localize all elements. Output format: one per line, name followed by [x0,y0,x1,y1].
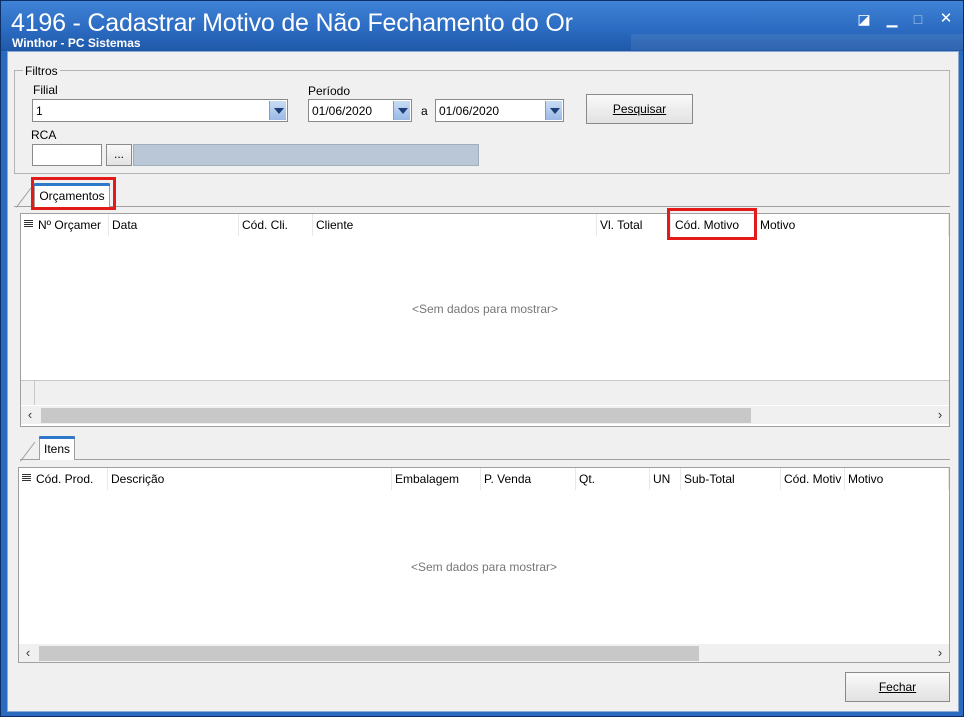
rca-description-field [133,144,479,166]
rca-lookup-button[interactable]: ... [106,144,132,166]
tab-itens[interactable]: Itens [39,436,75,460]
orcamentos-grid[interactable]: Nº Orçamer Data Cód. Cli. Cliente Vl. To… [20,213,950,427]
col-header[interactable]: Nº Orçamer [35,214,109,236]
window-title: 4196 - Cadastrar Motivo de Não Fechament… [11,9,573,37]
restore-icon[interactable]: ◪ [853,9,875,29]
column-chooser-icon[interactable] [22,474,31,483]
maximize-icon[interactable]: □ [907,9,929,29]
tab-divider [16,187,32,208]
grid-header: Cód. Prod. Descrição Embalagem P. Venda … [19,468,949,490]
col-header[interactable]: Cliente [313,214,597,236]
col-header[interactable]: P. Venda [481,468,576,490]
filters-legend: Filtros [23,64,60,78]
grid-footer [21,380,949,405]
col-header[interactable]: Cód. Cli. [239,214,313,236]
rca-input[interactable] [32,144,102,166]
col-header[interactable]: Embalagem [392,468,481,490]
close-button-label: Fechar [878,680,917,694]
title-decoration [631,34,963,50]
col-header[interactable]: Descrição [108,468,392,490]
scroll-left-icon[interactable]: ‹ [21,406,39,424]
col-header[interactable]: Cód. Prod. [33,468,108,490]
col-header[interactable]: Sub-Total [681,468,781,490]
date-to-picker[interactable]: 01/06/2020 [435,99,564,122]
date-from-value: 01/06/2020 [312,104,373,118]
filters-group: Filtros Filial 1 Período 01/06/2020 a 01… [14,64,950,174]
col-header[interactable]: Motivo [757,214,949,236]
date-to-value: 01/06/2020 [439,104,500,118]
col-header[interactable]: Qt. [576,468,650,490]
client-area: Filtros Filial 1 Período 01/06/2020 a 01… [7,51,959,712]
between-label: a [421,104,428,118]
filial-select[interactable]: 1 [32,99,288,122]
horizontal-scrollbar[interactable]: ‹ › [19,644,949,662]
tab-accent [39,436,75,439]
empty-message: <Sem dados para mostrar> [410,560,558,574]
dropdown-arrow-icon[interactable] [393,101,410,120]
rca-label: RCA [31,128,57,142]
scroll-right-icon[interactable]: › [931,406,949,424]
dropdown-arrow-icon[interactable] [545,101,562,120]
close-icon[interactable]: ✕ [935,9,957,29]
column-chooser-icon[interactable] [24,220,33,229]
scroll-left-icon[interactable]: ‹ [19,644,37,662]
search-button-label: Pesquisar [612,102,667,116]
scroll-thumb[interactable] [39,646,699,661]
horizontal-scrollbar[interactable]: ‹ › [21,406,949,424]
itens-grid[interactable]: Cód. Prod. Descrição Embalagem P. Venda … [18,467,950,663]
highlight-box-tab [31,177,116,210]
col-header[interactable]: Cód. Motiv [781,468,845,490]
minimize-icon[interactable]: ▁ [881,9,903,29]
tab-baseline [14,206,950,207]
grid-header: Nº Orçamer Data Cód. Cli. Cliente Vl. To… [21,214,949,236]
empty-message: <Sem dados para mostrar> [411,302,559,316]
col-header[interactable]: Data [109,214,239,236]
scroll-right-icon[interactable]: › [931,644,949,662]
window-subtitle: Winthor - PC Sistemas [12,36,141,50]
highlight-box-column [667,208,757,240]
filial-value: 1 [36,104,43,118]
scroll-thumb[interactable] [41,408,751,423]
tab-itens-label: Itens [43,442,70,456]
date-from-picker[interactable]: 01/06/2020 [308,99,412,122]
title-bar[interactable]: 4196 - Cadastrar Motivo de Não Fechament… [1,1,963,51]
filial-label: Filial [33,83,58,97]
tab-baseline [20,459,950,460]
periodo-label: Período [308,84,351,98]
close-button[interactable]: Fechar [845,672,950,702]
footer-cell [21,381,35,405]
col-header[interactable]: UN [650,468,681,490]
col-header[interactable]: Vl. Total [597,214,671,236]
app-window: 4196 - Cadastrar Motivo de Não Fechament… [0,0,964,717]
col-header[interactable]: Motivo [845,468,949,490]
dropdown-arrow-icon[interactable] [269,101,286,120]
search-button[interactable]: Pesquisar [586,94,693,124]
